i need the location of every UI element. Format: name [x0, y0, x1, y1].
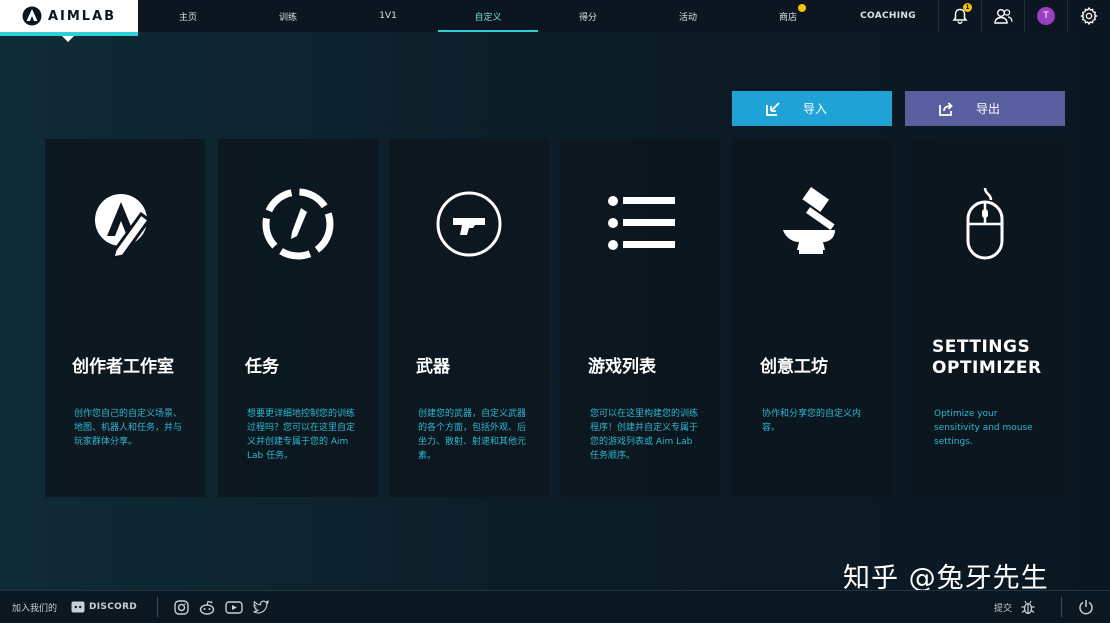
weapon-icon	[436, 191, 502, 257]
nav-item-label: 自定义	[474, 12, 502, 23]
import-icon	[766, 101, 780, 116]
card-title: 创作者工作室	[72, 357, 174, 377]
nav-item-label: 得分	[578, 12, 597, 23]
settings-button[interactable]	[1067, 0, 1110, 32]
store-notification-dot	[798, 4, 806, 12]
card-icon-wrap	[218, 184, 378, 264]
youtube-link[interactable]	[225, 600, 243, 614]
card-settings-optimizer[interactable]: SETTINGS OPTIMIZER Optimize your sensiti…	[905, 139, 1065, 497]
card-icon-wrap	[45, 184, 205, 264]
power-icon	[1079, 600, 1093, 615]
instagram-link[interactable]	[174, 599, 189, 615]
nav-item-label: 活动	[678, 12, 697, 23]
card-title: 武器	[416, 357, 450, 377]
friends-icon	[993, 9, 1013, 24]
nav-item-label: 训练	[278, 12, 297, 23]
profile-button[interactable]: T	[1024, 0, 1067, 32]
nav-item-home[interactable]: 主页	[138, 0, 238, 32]
footer-divider	[1061, 597, 1062, 617]
discord-link[interactable]: DISCORD	[71, 601, 137, 613]
submit-bug-label[interactable]: 提交	[994, 601, 1012, 614]
card-description: Optimize your sensitivity and mouse sett…	[934, 409, 1033, 447]
nav-item-scores[interactable]: 得分	[538, 0, 638, 32]
card-title: SETTINGS OPTIMIZER	[932, 337, 1042, 378]
task-icon	[262, 188, 334, 260]
top-navigation: AIMLAB 主页 训练 1V1 自定义 得分 活动 商店 COACHING 1	[0, 0, 1110, 42]
nav-item-label: 主页	[178, 12, 197, 23]
card-workshop[interactable]: 创意工坊 协作和分享您的自定义内容。	[733, 139, 893, 497]
footer-bar: 加入我们的 DISCORD 提交	[0, 590, 1110, 623]
playlist-icon	[608, 196, 675, 250]
export-icon	[939, 101, 953, 116]
nav-item-label: COACHING	[860, 11, 916, 21]
bug-icon	[1021, 600, 1035, 615]
nav-item-training[interactable]: 训练	[238, 0, 338, 32]
friends-button[interactable]	[981, 0, 1024, 32]
card-title: 任务	[245, 357, 279, 377]
gear-icon	[1080, 7, 1098, 25]
import-label: 导入	[803, 102, 828, 116]
twitter-link[interactable]	[253, 600, 270, 614]
import-button[interactable]: 导入	[732, 91, 892, 126]
card-icon-wrap	[733, 184, 893, 264]
card-description: 您可以在这里构建您的训练程序！创建并自定义专属于您的游戏列表或 Aim Lab …	[590, 409, 699, 461]
nav-item-label: 1V1	[379, 11, 397, 21]
discord-label: DISCORD	[89, 602, 138, 612]
nav-items: 主页 训练 1V1 自定义 得分 活动 商店 COACHING	[138, 0, 938, 32]
youtube-icon	[225, 600, 243, 614]
nav-item-label: 商店	[778, 12, 797, 23]
discord-icon	[71, 601, 85, 613]
card-description: 协作和分享您的自定义内容。	[762, 409, 862, 433]
card-icon-wrap	[561, 184, 721, 264]
twitter-icon	[253, 600, 270, 614]
card-creator-studio[interactable]: 创作者工作室 创作您自己的自定义场景、地图、机器人和任务，并与玩家群体分享。	[45, 139, 205, 497]
bug-report-button[interactable]	[1020, 599, 1036, 615]
card-description: 想要更详细地控制您的训练过程吗？您可以在这里自定义并创建专属于您的 Aim La…	[247, 409, 356, 461]
nav-item-coaching[interactable]: COACHING	[838, 0, 938, 32]
aimlab-logo[interactable]: AIMLAB	[0, 0, 138, 42]
card-title: 游戏列表	[588, 357, 656, 377]
notification-badge: 1	[963, 3, 972, 12]
join-us-label: 加入我们的	[12, 603, 58, 614]
nav-item-store[interactable]: 商店	[738, 0, 838, 32]
card-task[interactable]: 任务 想要更详细地控制您的训练过程吗？您可以在这里自定义并创建专属于您的 Aim…	[218, 139, 378, 497]
logo-text: AIMLAB	[47, 8, 117, 24]
logo-caret	[62, 36, 74, 42]
nav-item-1v1[interactable]: 1V1	[338, 0, 438, 32]
power-button[interactable]	[1078, 599, 1094, 615]
mouse-icon	[966, 187, 1004, 260]
export-button[interactable]: 导出	[905, 91, 1065, 126]
avatar: T	[1037, 7, 1055, 25]
reddit-icon	[199, 600, 215, 615]
card-weapon[interactable]: 武器 创建您的武器，自定义武器的各个方面，包括外观、后坐力、散射、射速和其他元素…	[389, 139, 549, 497]
card-description: 创作您自己的自定义场景、地图、机器人和任务，并与玩家群体分享。	[74, 409, 183, 447]
social-links	[174, 599, 270, 615]
instagram-icon	[174, 599, 189, 615]
footer-divider	[157, 597, 159, 617]
nav-icons: 1 T	[938, 0, 1110, 32]
card-title: 创意工坊	[760, 357, 828, 377]
notifications-button[interactable]: 1	[938, 0, 981, 32]
card-playlist[interactable]: 游戏列表 您可以在这里构建您的训练程序！创建并自定义专属于您的游戏列表或 Aim…	[561, 139, 721, 497]
aimlab-logo-icon	[22, 6, 42, 26]
card-icon-wrap	[389, 184, 549, 264]
creator-studio-icon	[95, 194, 152, 260]
card-icon-wrap	[905, 184, 1065, 264]
card-description: 创建您的武器，自定义武器的各个方面，包括外观、后坐力、散射、射速和其他元素。	[418, 409, 527, 461]
export-label: 导出	[976, 102, 1001, 116]
workshop-icon	[783, 186, 835, 254]
reddit-link[interactable]	[199, 600, 215, 615]
nav-item-events[interactable]: 活动	[638, 0, 738, 32]
nav-item-custom[interactable]: 自定义	[438, 0, 538, 32]
